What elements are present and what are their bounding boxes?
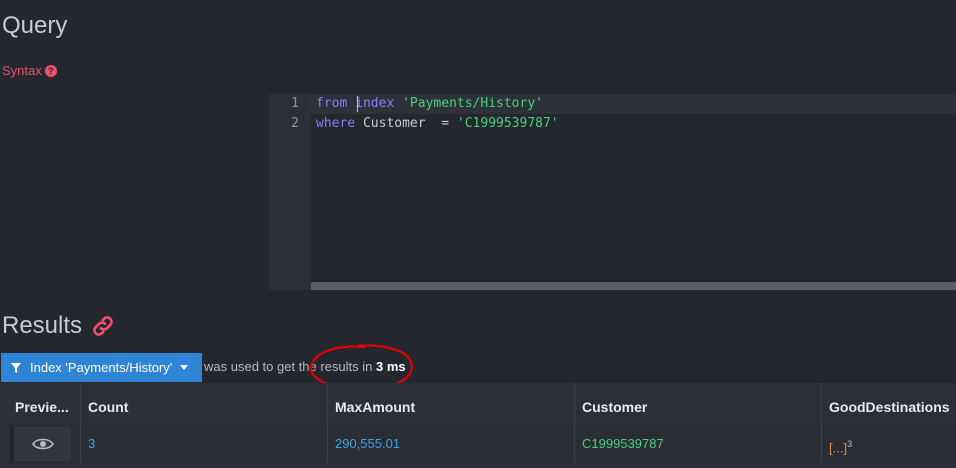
index-dropdown-button[interactable]: Index 'Payments/History' <box>1 353 202 382</box>
code-line-content: where Customer = 'C1999539787' <box>316 114 559 134</box>
array-count: 3 <box>847 439 853 449</box>
query-duration-text: was used to get the results in 3 ms <box>204 359 406 374</box>
column-header-gooddestinations[interactable]: GoodDestinations <box>821 383 956 425</box>
column-header-customer[interactable]: Customer <box>574 383 821 425</box>
code-line[interactable]: from index 'Payments/History' <box>311 94 956 114</box>
horizontal-scrollbar[interactable] <box>311 282 956 290</box>
index-button-label: Index 'Payments/History' <box>30 360 173 375</box>
link-icon[interactable] <box>90 313 116 339</box>
column-header-count[interactable]: Count <box>80 383 327 425</box>
preview-button[interactable] <box>15 427 71 461</box>
line-number: 1 <box>291 96 299 111</box>
duration-value: 3 ms <box>375 359 406 374</box>
syntax-label: Syntax <box>2 63 42 78</box>
cell-maxamount: 290,555.01 <box>327 425 574 463</box>
code-token: Customer = <box>355 116 457 131</box>
text-cursor <box>357 96 358 112</box>
query-title: Query <box>2 12 68 39</box>
code-line-content: from index 'Payments/History' <box>316 94 543 114</box>
column-header-maxamount[interactable]: MaxAmount <box>327 383 574 425</box>
eye-icon <box>32 438 54 450</box>
caret-down-icon <box>180 365 189 370</box>
query-editor[interactable]: 1 2 from index 'Payments/History' where … <box>269 94 956 290</box>
code-token: 'C1999539787' <box>456 116 559 131</box>
code-token: where <box>316 116 356 131</box>
duration-prefix: was used to get the results in <box>204 359 376 374</box>
cell-count: 3 <box>80 425 327 463</box>
line-number: 2 <box>291 116 299 131</box>
results-title: Results <box>2 312 83 339</box>
code-area[interactable]: from index 'Payments/History' where Cust… <box>311 94 956 282</box>
syntax-link[interactable]: Syntax ? <box>2 63 57 78</box>
array-expand-link[interactable]: [...] <box>829 440 847 455</box>
code-line[interactable]: where Customer = 'C1999539787' <box>311 114 956 134</box>
cell-customer: C1999539787 <box>574 425 821 463</box>
code-token: 'Payments/History' <box>402 96 543 111</box>
code-token: index <box>355 96 395 111</box>
results-header: Results <box>2 312 116 340</box>
editor-gutter: 1 2 <box>269 94 311 282</box>
column-header-preview[interactable]: Previe... <box>8 383 80 425</box>
cell-gooddestinations[interactable]: [...]3 <box>821 425 956 463</box>
help-icon[interactable]: ? <box>44 64 57 77</box>
code-token: from <box>316 96 348 111</box>
filter-icon <box>11 362 21 373</box>
results-table: Previe... Count MaxAmount Customer GoodD… <box>0 383 956 468</box>
